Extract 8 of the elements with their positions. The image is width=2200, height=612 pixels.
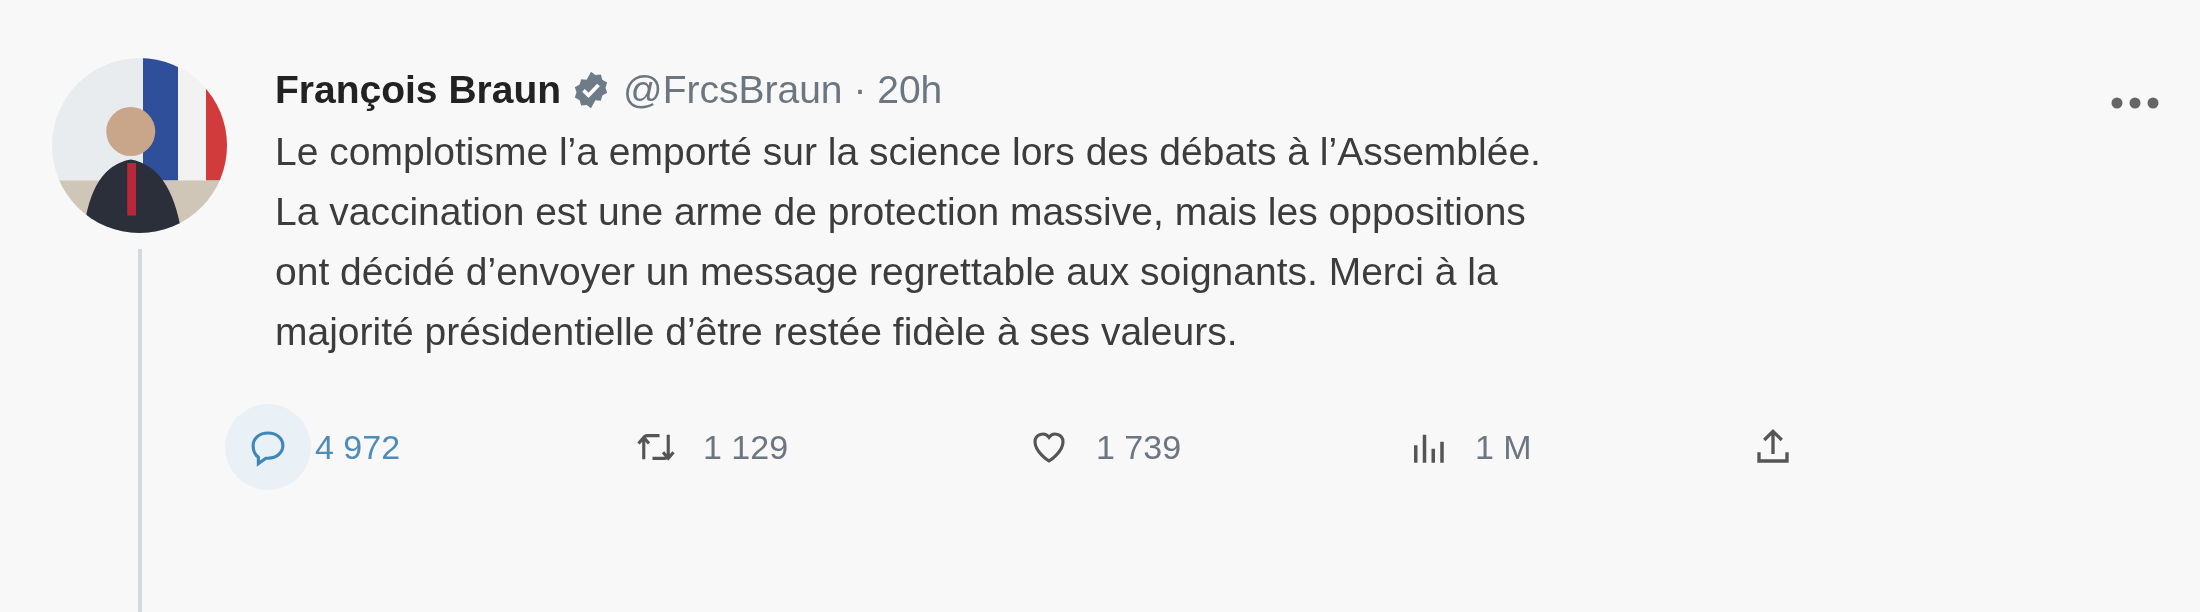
author-name[interactable]: François Braun bbox=[275, 60, 562, 120]
action-count: 1 739 bbox=[1096, 426, 1182, 468]
tweet-text: Le complotisme l’a emporté sur la science lors des débats à l’Assemblée. La vaccination est une arme de protection massive, mais les oppositions ont décidé d’envoyer un message regrettable aux soignants. Merci à la majorité présidentielle d’être restée fidèle à ses valeurs. bbox=[275, 129, 1542, 355]
more-icon[interactable] bbox=[2110, 96, 2160, 110]
action-count: 1 M bbox=[1475, 426, 1532, 468]
action-count: 1 129 bbox=[703, 426, 789, 468]
action-count: 4 972 bbox=[315, 426, 401, 468]
author-handle: @FrcsBraun · 20h bbox=[623, 66, 943, 113]
